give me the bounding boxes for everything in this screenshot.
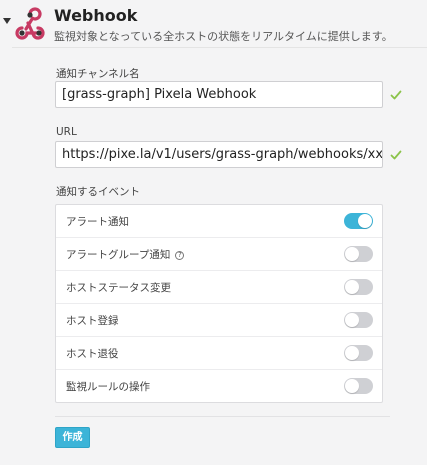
header-divider xyxy=(12,47,427,48)
url-label: URL xyxy=(56,126,77,138)
event-row-host-status: ホストステータス変更 xyxy=(56,270,382,302)
collapse-triangle-icon[interactable] xyxy=(3,18,11,24)
create-button[interactable]: 作成 xyxy=(55,427,90,448)
channel-name-input[interactable]: [grass-graph] Pixela Webhook xyxy=(55,81,383,108)
toggle-knob xyxy=(345,379,359,393)
toggle-knob xyxy=(345,280,359,294)
channel-name-label: 通知チャンネル名 xyxy=(56,68,140,80)
toggle-knob xyxy=(358,214,372,228)
event-toggle-alert[interactable] xyxy=(344,213,373,229)
event-toggle-alert-group[interactable] xyxy=(344,246,373,262)
event-toggle-host-register[interactable] xyxy=(344,312,373,328)
event-toggle-monitor-rule[interactable] xyxy=(344,378,373,394)
help-icon[interactable]: ? xyxy=(175,251,185,260)
event-label: ホスト登録 xyxy=(66,315,119,327)
url-input[interactable]: https://pixe.la/v1/users/grass-graph/web… xyxy=(55,141,383,168)
toggle-knob xyxy=(345,247,359,261)
webhook-icon xyxy=(15,7,45,40)
url-valid-check-icon xyxy=(390,150,402,160)
event-label: ホスト退役 xyxy=(66,348,119,360)
page-subtitle: 監視対象となっている全ホストの状態をリアルタイムに提供します。 xyxy=(54,30,393,43)
toggle-knob xyxy=(345,346,359,360)
event-toggle-host-retire[interactable] xyxy=(344,345,373,361)
event-row-host-retire: ホスト退役 xyxy=(56,336,382,368)
events-panel: アラート通知 アラートグループ通知? ホストステータス変更 ホスト登録 ホスト退… xyxy=(55,204,383,403)
event-row-host-register: ホスト登録 xyxy=(56,303,382,335)
page-title: Webhook xyxy=(54,6,138,25)
event-row-alert: アラート通知 xyxy=(56,205,382,237)
event-row-monitor-rule: 監視ルールの操作 xyxy=(56,369,382,401)
event-toggle-host-status[interactable] xyxy=(344,279,373,295)
channel-name-valid-check-icon xyxy=(390,90,402,100)
event-label: アラート通知 xyxy=(66,216,129,228)
form-divider xyxy=(55,416,390,417)
toggle-knob xyxy=(345,313,359,327)
event-label: 監視ルールの操作 xyxy=(66,381,150,393)
event-label-wrap: アラートグループ通知? xyxy=(66,247,185,262)
event-label: ホストステータス変更 xyxy=(66,282,171,294)
event-row-alert-group: アラートグループ通知? xyxy=(56,237,382,269)
webhook-settings-page: Webhook 監視対象となっている全ホストの状態をリアルタイムに提供します。 … xyxy=(0,0,427,465)
event-label: アラートグループ通知 xyxy=(66,249,171,261)
events-label: 通知するイベント xyxy=(56,186,140,198)
